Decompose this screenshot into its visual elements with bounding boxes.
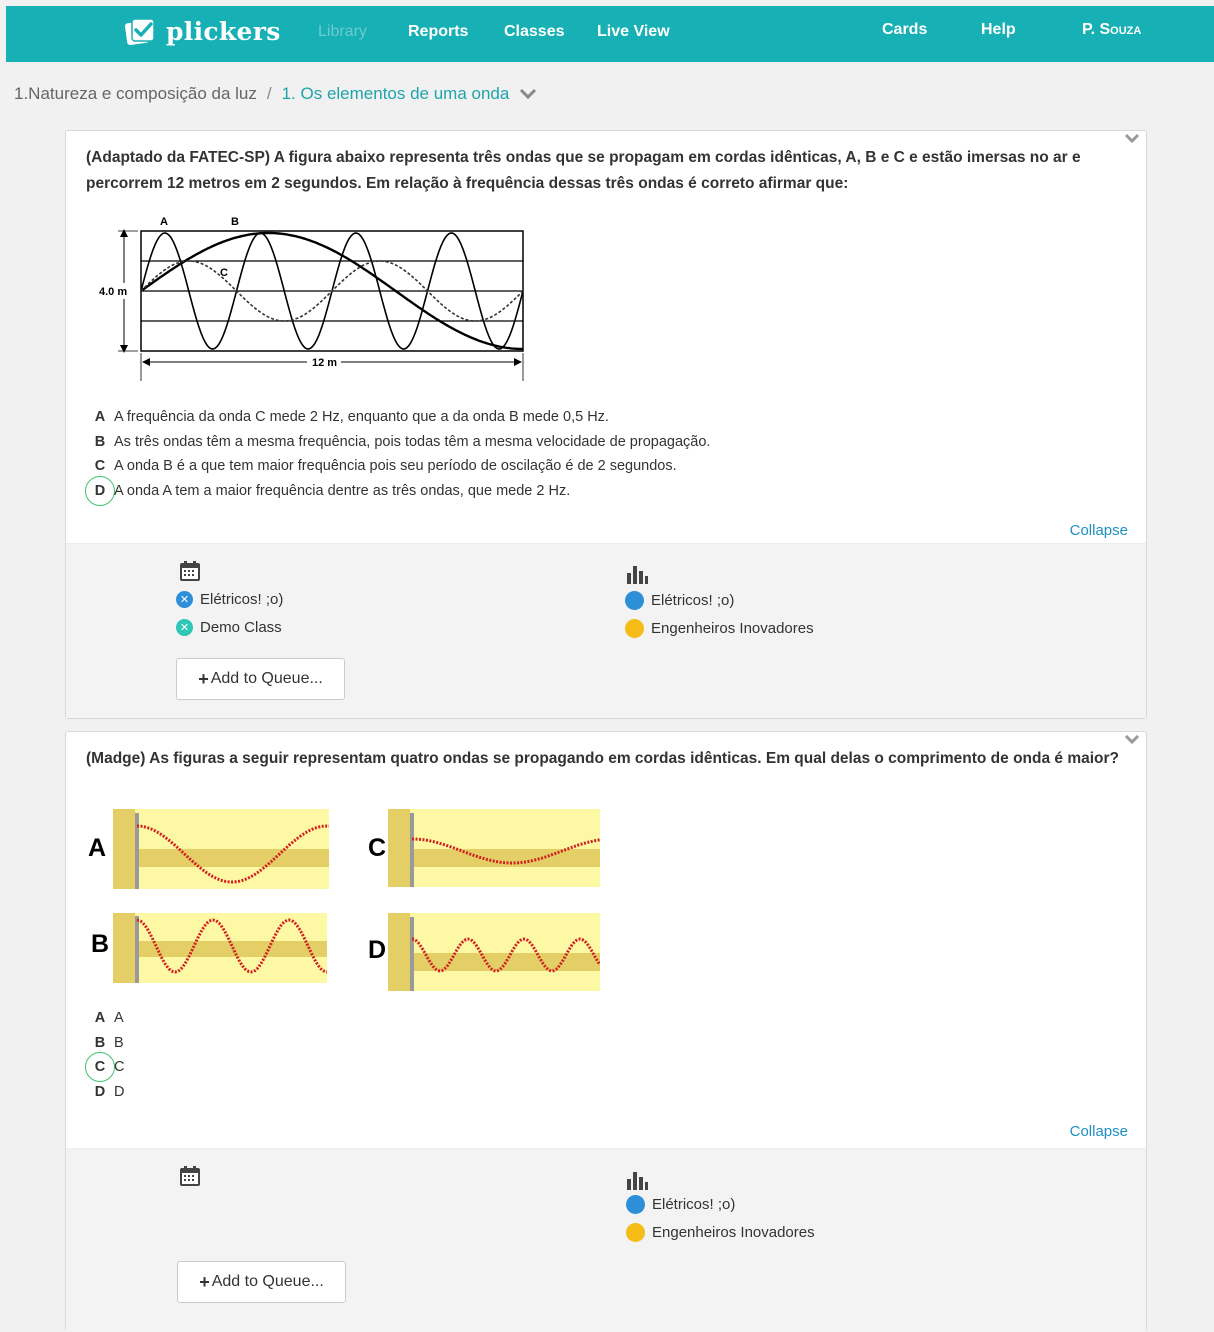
remove-icon[interactable]: ✕ (176, 619, 193, 636)
report-class-row[interactable]: Engenheiros Inovadores (625, 619, 814, 638)
choice-text: C (114, 1059, 125, 1076)
chevron-down-icon[interactable] (1124, 734, 1140, 746)
report-class-row[interactable]: Elétricos! ;o) (625, 591, 734, 610)
calendar-icon (180, 1166, 200, 1186)
question-footer: Elétricos! ;o) Engenheiros Inovadores + A… (66, 1148, 1146, 1332)
logo-text: plickers (166, 16, 281, 46)
choice-text: As três ondas têm a mesma frequência, po… (114, 433, 711, 450)
class-color-dot (626, 1223, 645, 1242)
choice-text: A onda A tem a maior frequência dentre a… (114, 482, 571, 499)
choice-letter: D (94, 1083, 106, 1100)
wave-panel-c (388, 809, 600, 887)
bar-chart-icon (627, 566, 648, 584)
choice-text: B (114, 1034, 124, 1051)
choice-text: D (114, 1083, 125, 1100)
class-color-dot (626, 1195, 645, 1214)
question-card: (Adaptado da FATEC-SP) A figura abaixo r… (65, 130, 1147, 719)
wave-panel-label: D (368, 936, 387, 964)
plus-icon: + (199, 1271, 210, 1292)
bar-chart-icon (627, 1172, 648, 1190)
breadcrumb-parent[interactable]: 1.Natureza e composição da luz (14, 84, 257, 104)
choice-b: B As três ondas têm a mesma frequência, p… (89, 430, 711, 455)
nav-user-menu[interactable]: P. Souza (1082, 21, 1141, 39)
choice-letter: B (94, 1034, 106, 1051)
report-class-row[interactable]: Engenheiros Inovadores (626, 1223, 815, 1242)
report-class-name: Elétricos! ;o) (652, 1196, 736, 1213)
breadcrumb-current[interactable]: 1. Os elementos de uma onda (282, 84, 510, 104)
plickers-logo[interactable]: plickers (124, 16, 281, 46)
wave-panel-label: C (368, 834, 387, 862)
choice-a: A A frequência da onda C mede 2 Hz, enqua… (89, 405, 710, 430)
report-class-name: Engenheiros Inovadores (652, 1224, 815, 1241)
chevron-down-icon[interactable] (1124, 133, 1140, 145)
choice-letter: B (94, 433, 106, 450)
height-label: 4.0 m (99, 286, 127, 298)
nav-live-view[interactable]: Live View (597, 23, 670, 41)
three-waves-figure: 4.0 m 12 m A B C (96, 216, 524, 381)
wave-a-label: A (160, 216, 168, 228)
report-class-name: Engenheiros Inovadores (651, 620, 814, 637)
add-to-queue-button[interactable]: + Add to Queue... (176, 658, 345, 700)
wave-panel-d (388, 913, 600, 991)
plus-icon: + (198, 668, 209, 689)
nav-reports[interactable]: Reports (408, 23, 468, 41)
correct-choice-letter: C (85, 1052, 115, 1083)
answer-choices: AA BB CC DD (85, 1006, 125, 1105)
nav-cards[interactable]: Cards (882, 21, 927, 39)
report-class-row[interactable]: Elétricos! ;o) (626, 1195, 735, 1214)
choice-text: A onda B é a que tem maior frequência po… (114, 458, 677, 475)
choice-a: AA (89, 1006, 124, 1031)
question-text: (Madge) As figuras a seguir representam … (86, 750, 1119, 767)
choice-c-correct: CC (85, 1052, 125, 1083)
breadcrumb-separator: / (266, 84, 272, 103)
top-navbar: plickers Library Reports Classes Live Vi… (6, 6, 1214, 62)
collapse-link[interactable]: Collapse (1070, 522, 1128, 539)
scheduled-class-name: Demo Class (200, 619, 282, 636)
choice-d: DD (89, 1080, 125, 1105)
choice-c: C A onda B é a que tem maior frequência p… (89, 454, 710, 479)
wave-b-label: B (231, 216, 239, 228)
add-to-queue-label: Add to Queue... (211, 1273, 324, 1290)
add-to-queue-label: Add to Queue... (210, 670, 323, 687)
correct-choice-letter: D (85, 475, 115, 506)
nav-classes[interactable]: Classes (504, 23, 565, 41)
wave-panel-label: B (91, 930, 110, 958)
wave-panel-b (113, 913, 327, 983)
breadcrumb: 1.Natureza e composição da luz / 1. Os e… (14, 84, 537, 104)
answer-choices: A A frequência da onda C mede 2 Hz, enqua… (85, 405, 711, 506)
question-footer: ✕ Elétricos! ;o) ✕ Demo Class Elétricos!… (66, 543, 1146, 718)
chevron-down-icon[interactable] (519, 88, 537, 100)
add-to-queue-button[interactable]: + Add to Queue... (177, 1261, 346, 1303)
class-color-dot (625, 619, 644, 638)
collapse-link[interactable]: Collapse (1070, 1123, 1128, 1140)
nav-help[interactable]: Help (981, 21, 1016, 39)
choice-letter: A (94, 409, 106, 426)
wave-c-label: C (220, 267, 228, 279)
wave-panel-label: A (88, 834, 107, 862)
choice-b: BB (89, 1031, 124, 1056)
scheduled-class-row: ✕ Demo Class (176, 619, 282, 636)
choice-letter: A (94, 1010, 106, 1027)
choice-letter: C (94, 458, 106, 475)
wave-panel-a (113, 809, 329, 889)
choice-text: A frequência da onda C mede 2 Hz, enquan… (114, 409, 609, 426)
calendar-icon (180, 561, 200, 581)
remove-icon[interactable]: ✕ (176, 591, 193, 608)
choice-d-correct: DA onda A tem a maior frequência dentre … (85, 475, 710, 506)
scheduled-class-name: Elétricos! ;o) (200, 591, 284, 608)
width-label: 12 m (312, 357, 337, 369)
question-card: (Madge) As figuras a seguir representam … (65, 731, 1147, 1332)
plickers-logo-icon (124, 18, 155, 46)
question-text: (Adaptado da FATEC-SP) A figura abaixo r… (86, 149, 1081, 192)
report-class-name: Elétricos! ;o) (651, 592, 735, 609)
choice-text: A (114, 1010, 124, 1027)
scheduled-class-row: ✕ Elétricos! ;o) (176, 591, 283, 608)
class-color-dot (625, 591, 644, 610)
nav-library[interactable]: Library (318, 23, 367, 41)
